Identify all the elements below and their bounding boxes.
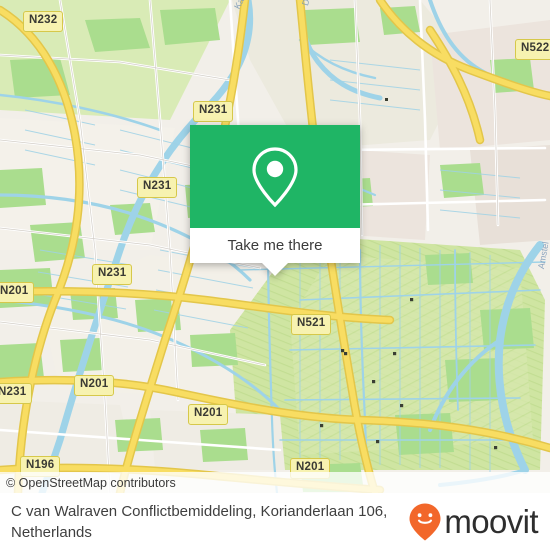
moovit-pin-smiley-icon (409, 503, 441, 540)
road-shield-n201[interactable]: N201 (74, 375, 115, 396)
popup-header (190, 125, 360, 228)
take-me-there-label: Take me there (227, 237, 323, 254)
map-pin-icon (252, 146, 298, 207)
place-name-text: C van Walraven Conflictbemiddeling, Kori… (11, 502, 388, 541)
road-shield-n201[interactable]: N201 (0, 282, 35, 303)
road-shield-n231[interactable]: N231 (92, 264, 133, 285)
road-shield-n231[interactable]: N231 (0, 383, 33, 404)
road-shield-n201[interactable]: N201 (188, 404, 229, 425)
road-shield-n521[interactable]: N521 (291, 314, 332, 335)
road-shield-n231[interactable]: N231 (193, 101, 234, 122)
map-page: Kanaal De Poel Amstel N232 N522 N231 N23… (0, 0, 550, 550)
osm-attribution-text: © OpenStreetMap contributors (6, 475, 176, 490)
take-me-there-button[interactable]: Take me there (190, 228, 360, 276)
popup-tail (262, 263, 288, 276)
road-shield-n231[interactable]: N231 (137, 177, 178, 198)
location-popup-card[interactable]: Take me there (190, 125, 360, 276)
road-shield-n232[interactable]: N232 (23, 11, 64, 32)
moovit-wordmark: moovit (444, 503, 538, 540)
map-attribution-bar: © OpenStreetMap contributors (0, 472, 550, 493)
road-shield-n522[interactable]: N522 (515, 39, 550, 60)
map-canvas[interactable]: Kanaal De Poel Amstel N232 N522 N231 N23… (0, 0, 550, 493)
footer-bar: C van Walraven Conflictbemiddeling, Kori… (0, 493, 550, 550)
moovit-logo[interactable]: moovit (408, 502, 550, 542)
